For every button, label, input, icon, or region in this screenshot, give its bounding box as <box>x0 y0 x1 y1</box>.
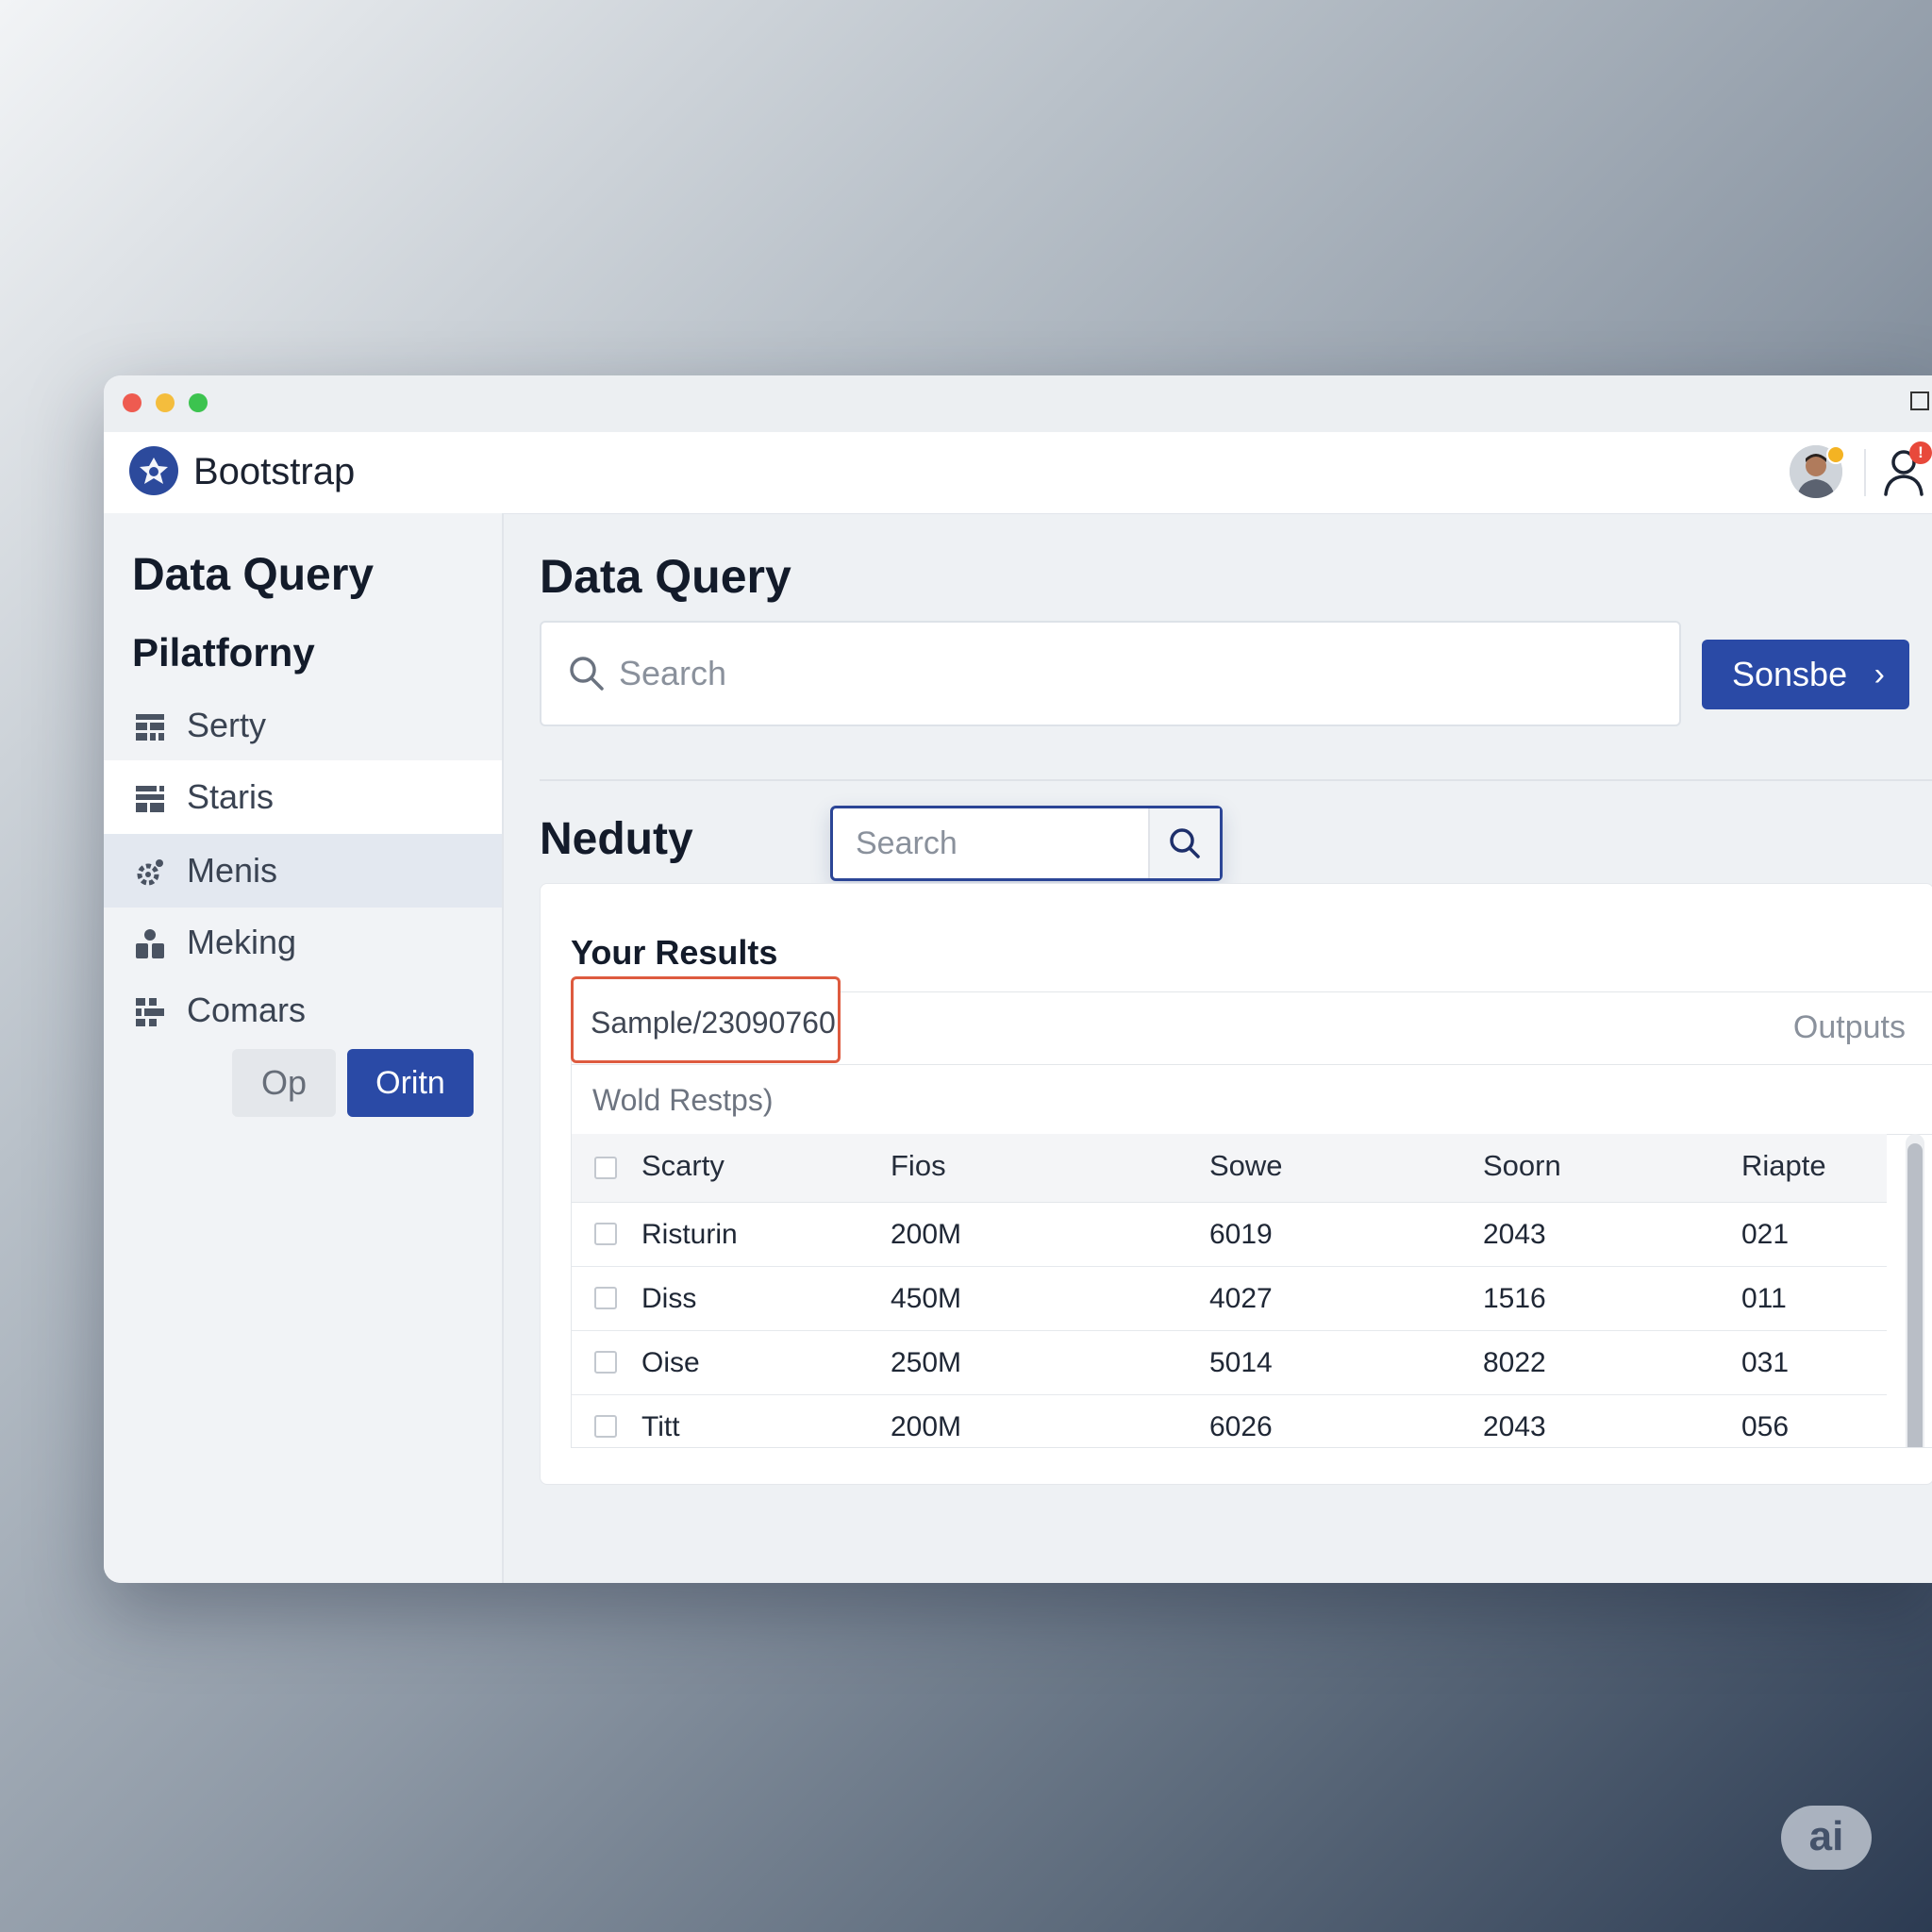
search-icon <box>1170 828 1200 858</box>
table-cell: 6026 <box>1209 1411 1273 1442</box>
table-header: Scarty Fios Sowe Soorn Riapte <box>572 1134 1887 1203</box>
scrollbar-thumb[interactable] <box>1907 1143 1923 1447</box>
users-icon <box>136 929 164 958</box>
table-cell: 2043 <box>1483 1411 1546 1442</box>
table-cell: 2043 <box>1483 1219 1546 1250</box>
app-window: Bootstrap ! Data Query Pilatforny Serty … <box>104 375 1932 1583</box>
table-cell: 021 <box>1741 1219 1790 1250</box>
table-cell: 450M <box>891 1283 962 1314</box>
zoom-window-button[interactable] <box>189 393 208 412</box>
table-cell: 1516 <box>1483 1283 1546 1314</box>
blocks-icon <box>136 998 164 1026</box>
sidebar-item-menis[interactable]: Menis <box>104 834 502 908</box>
minimize-window-button[interactable] <box>156 393 175 412</box>
table-cell: 056 <box>1741 1411 1790 1442</box>
column-header[interactable]: Sowe <box>1209 1149 1283 1183</box>
row-checkbox[interactable] <box>594 1415 617 1438</box>
sidebar-item-label: Staris <box>187 777 275 816</box>
sidebar-item-comars[interactable]: Comars <box>104 974 502 1047</box>
column-header[interactable]: Scarty <box>641 1149 724 1183</box>
section-search-input[interactable]: Search <box>830 806 1223 881</box>
outputs-label[interactable]: Outputs <box>1793 1009 1906 1046</box>
sidebar-title: Data Query <box>132 550 375 600</box>
row-checkbox[interactable] <box>594 1287 617 1309</box>
table-cell: Diss <box>641 1283 697 1314</box>
sidebar-item-meking[interactable]: Meking <box>104 906 502 979</box>
results-subheader: Wold Restps) <box>572 1064 1932 1135</box>
section-divider <box>540 779 1932 781</box>
column-header[interactable]: Riapte <box>1741 1149 1826 1183</box>
table-cell: 200M <box>891 1219 962 1250</box>
search-icon <box>570 657 604 691</box>
column-header[interactable]: Soorn <box>1483 1149 1561 1183</box>
grid-icon <box>136 714 164 741</box>
sidebar-item-label: Meking <box>187 923 297 961</box>
search-button[interactable] <box>1148 808 1220 878</box>
notification-badge: ! <box>1909 441 1932 464</box>
table-cell: Risturin <box>641 1219 738 1250</box>
close-window-button[interactable] <box>123 393 142 412</box>
main-content: Data Query Search Sonsbe › Neduty Search <box>504 513 1932 1583</box>
table-row[interactable]: Risturin 200M 6019 2043 021 <box>572 1202 1887 1267</box>
sample-id-highlight[interactable]: Sample/23090760 <box>571 976 841 1063</box>
table-cell: 011 <box>1741 1283 1787 1314</box>
table-row[interactable]: Titt 200M 6026 2043 056 <box>572 1394 1887 1447</box>
subheader-text: Wold Restps) <box>592 1083 774 1117</box>
table-cell: 4027 <box>1209 1283 1273 1314</box>
status-indicator <box>1826 445 1845 464</box>
table-cell: 6019 <box>1209 1219 1273 1250</box>
search-placeholder: Search <box>856 825 958 861</box>
sidebar-item-label: Menis <box>187 851 278 890</box>
table-cell: 8022 <box>1483 1347 1546 1378</box>
page-title: Data Query <box>540 550 791 603</box>
table-icon <box>136 786 164 812</box>
table-cell: 200M <box>891 1411 962 1442</box>
table-cell: 250M <box>891 1347 962 1378</box>
table-cell: 031 <box>1741 1347 1790 1378</box>
table-cell: Oise <box>641 1347 700 1378</box>
window-titlebar <box>104 375 1932 432</box>
section-title: Neduty <box>540 814 693 864</box>
row-checkbox[interactable] <box>594 1351 617 1374</box>
sample-id: Sample/23090760 <box>591 1006 836 1040</box>
results-card: Your Results Outputs Wold Restps) Scarty… <box>540 883 1932 1485</box>
search-placeholder: Search <box>619 654 727 692</box>
top-navbar: Bootstrap ! <box>104 432 1932 514</box>
select-all-checkbox[interactable] <box>594 1157 617 1179</box>
sidebar-item-label: Comars <box>187 991 307 1029</box>
table-cell: 5014 <box>1209 1347 1273 1378</box>
search-input[interactable]: Search <box>540 621 1681 726</box>
gear-icon <box>137 859 163 886</box>
navbar-divider <box>1864 449 1866 496</box>
column-header[interactable]: Fios <box>891 1149 946 1183</box>
table-row[interactable]: Oise 250M 5014 8022 031 <box>572 1330 1887 1395</box>
sidebar-item-staris[interactable]: Staris <box>104 760 502 834</box>
submit-button-label: Sonsbe <box>1732 655 1848 693</box>
row-checkbox[interactable] <box>594 1223 617 1245</box>
chevron-right-icon: › <box>1874 657 1885 692</box>
watermark-badge: ai <box>1781 1806 1872 1870</box>
results-title: Your Results <box>571 933 778 972</box>
primary-button[interactable]: Oritn <box>347 1049 474 1117</box>
table-row[interactable]: Diss 450M 4027 1516 011 <box>572 1266 1887 1331</box>
sidebar: Data Query Pilatforny Serty Staris Menis… <box>104 513 504 1583</box>
submit-button[interactable]: Sonsbe › <box>1702 640 1909 709</box>
secondary-button[interactable]: Op <box>232 1049 336 1117</box>
table-cell: Titt <box>641 1411 680 1442</box>
brand-name[interactable]: Bootstrap <box>193 451 355 493</box>
sidebar-item-label: Serty <box>187 706 267 744</box>
sidebar-item-serty[interactable]: Serty <box>104 689 502 762</box>
sidebar-subtitle: Pilatforny <box>132 630 315 675</box>
maximize-icon[interactable] <box>1910 391 1929 410</box>
brand-logo-icon[interactable] <box>129 446 178 495</box>
